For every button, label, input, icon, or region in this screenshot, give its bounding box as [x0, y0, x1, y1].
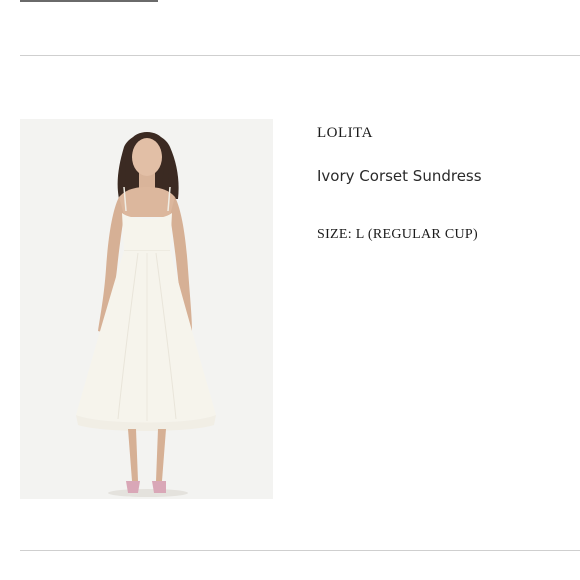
bottom-divider — [20, 550, 580, 551]
size-label: SIZE: L (REGULAR CUP) — [317, 227, 478, 242]
header-underline — [20, 0, 158, 2]
product-title[interactable]: Ivory Corset Sundress — [317, 167, 482, 185]
top-divider — [20, 55, 580, 56]
product-image[interactable] — [20, 119, 273, 499]
order-item-row[interactable]: LOLITA Ivory Corset Sundress SIZE: L (RE… — [20, 119, 580, 499]
brand-name: LOLITA — [317, 125, 373, 141]
dress-photo — [20, 119, 273, 499]
